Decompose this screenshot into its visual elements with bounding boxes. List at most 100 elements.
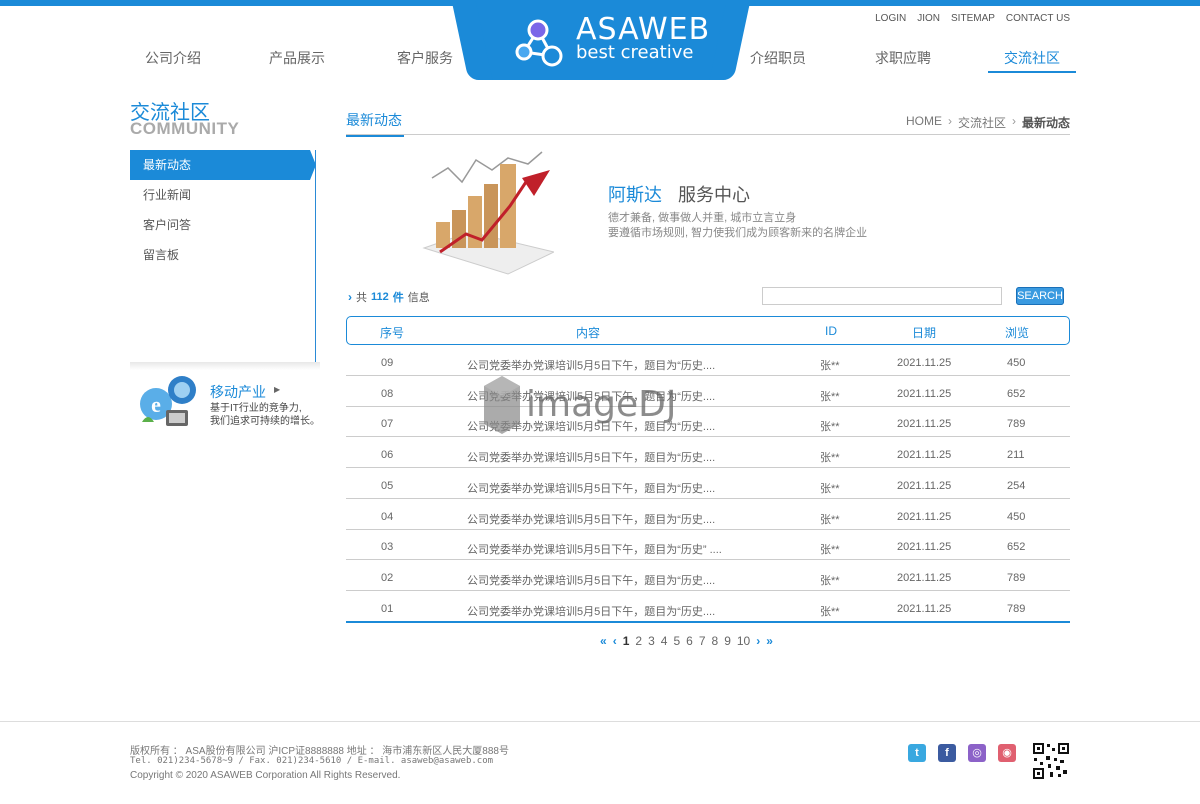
cell-date: 2021.11.25 (897, 479, 952, 492)
cell-date: 2021.11.25 (897, 602, 952, 615)
cell-date: 2021.11.25 (897, 387, 952, 400)
cell-date: 2021.11.25 (897, 418, 952, 431)
page-5[interactable]: 5 (673, 634, 680, 648)
sidebar-item-guestbook[interactable]: 留言板 (130, 240, 315, 270)
contact-link[interactable]: CONTACT US (1006, 13, 1070, 24)
sidebar-item-customer-qa[interactable]: 客户问答 (130, 210, 315, 240)
cell-date: 2021.11.25 (897, 449, 952, 462)
mobile-industry-icon[interactable]: e (136, 372, 202, 430)
top-links: LOGIN JION SITEMAP CONTACT US (875, 13, 1070, 24)
breadcrumb-home[interactable]: HOME (906, 114, 942, 131)
sidebar-menu: 最新动态 行业新闻 客户问答 留言板 (130, 150, 316, 363)
footer-divider (0, 721, 1200, 722)
table-row[interactable]: 03 公司党委举办党课培训5月5日下午，题目为“历史” .... 张** 2021.1… (346, 530, 1070, 561)
page-10[interactable]: 10 (737, 634, 750, 648)
watermark-cube-icon: imageDJ (484, 376, 676, 434)
page-7[interactable]: 7 (699, 634, 706, 648)
table-row[interactable]: 05 公司党委举办党课培训5月5日下午，题目为“历史.... 张** 2021.11.… (346, 469, 1070, 499)
footer-company-info: 版权所有 ： ASA股份有限公司 沪ICP证8888888 地址 ： 海市浦东新… (130, 746, 509, 757)
nav-item-products[interactable]: 产品展示 (269, 48, 325, 68)
breadcrumb-community[interactable]: 交流社区 (958, 114, 1006, 131)
cell-views: 652 (1007, 387, 1026, 400)
svg-text:e: e (151, 392, 161, 417)
prev-page-button[interactable]: ‹ (613, 634, 617, 648)
header-views: 浏览 (1005, 326, 1030, 340)
promo-line-1: 基于IT行业的竞争力, (210, 403, 302, 414)
cell-date: 2021.11.25 (897, 541, 952, 554)
cell-id: 张** (820, 421, 840, 434)
page-9[interactable]: 9 (724, 634, 731, 648)
sidebar-item-industry-news[interactable]: 行业新闻 (130, 180, 315, 210)
nav-item-community[interactable]: 交流社区 (988, 48, 1076, 73)
next-page-button[interactable]: › (756, 634, 760, 648)
nav-item-staff[interactable]: 介绍职员 (750, 48, 806, 68)
cell-content[interactable]: 公司党委举办党课培训5月5日下午，题目为“历史.... (467, 480, 715, 496)
page-2[interactable]: 2 (635, 634, 642, 648)
table-row[interactable]: 06 公司党委举办党课培训5月5日下午，题目为“历史.... 张** 2021.11.… (346, 438, 1070, 469)
header-date: 日期 (912, 326, 937, 340)
cell-id: 张** (820, 482, 840, 495)
weibo-icon[interactable]: ◉ (998, 744, 1016, 762)
promo-line-2: 我们追求可持续的增长。 (210, 416, 320, 427)
promo-description: 基于IT行业的竞争力, 我们追求可持续的增长。 (210, 402, 330, 428)
facebook-icon[interactable]: f (938, 744, 956, 762)
twitter-icon[interactable]: t (908, 744, 926, 762)
count-unit: 件 (392, 292, 404, 304)
result-count: › 共 112 件 信息 (348, 289, 430, 305)
cell-no: 07 (381, 418, 394, 431)
cell-content[interactable]: 公司党委举办党课培训5月5日下午，题目为“历史.... (467, 511, 715, 527)
cell-date: 2021.11.25 (897, 510, 952, 523)
count-prefix: 共 (356, 292, 367, 304)
cell-date: 2021.11.25 (897, 357, 952, 369)
table-row[interactable]: 04 公司党委举办党课培训5月5日下午，题目为“历史.... 张** 2021.11.… (346, 500, 1070, 530)
header-id: ID (825, 324, 837, 338)
cell-content[interactable]: 公司党委举办党课培训5月5日下午，题目为“历史.... (467, 603, 715, 619)
section-divider (346, 134, 1070, 135)
cell-no: 03 (381, 541, 394, 554)
join-link[interactable]: JION (917, 13, 940, 24)
chevron-right-icon: › (1011, 114, 1016, 128)
cell-content[interactable]: 公司党委举办党课培训5月5日下午，题目为“历史” .... (467, 541, 722, 557)
service-name-blue: 阿斯达 (608, 185, 662, 205)
cell-views: 789 (1007, 571, 1026, 584)
promo-arrow-icon[interactable]: ▶ (274, 385, 280, 394)
qr-code-icon[interactable] (1032, 742, 1070, 780)
login-link[interactable]: LOGIN (875, 13, 906, 24)
table-row[interactable]: 01 公司党委举办党课培训5月5日下午，题目为“历史.... 张** 2021.11.… (346, 592, 1070, 622)
nav-item-company[interactable]: 公司介绍 (145, 48, 201, 68)
logo-tab[interactable]: ASAWEB best creative (472, 0, 730, 80)
watermark: imageDJ (478, 368, 718, 438)
page-4[interactable]: 4 (661, 634, 668, 648)
sitemap-link[interactable]: SITEMAP (951, 13, 995, 24)
section-title: 最新动态 (346, 110, 404, 137)
instagram-icon[interactable]: ◎ (968, 744, 986, 762)
nav-item-jobs[interactable]: 求职应聘 (875, 48, 931, 68)
watermark-text: imageDJ (526, 384, 676, 425)
last-page-button[interactable]: » (766, 634, 773, 648)
cell-no: 09 (381, 357, 394, 369)
cell-views: 789 (1007, 418, 1026, 431)
sidebar-item-latest[interactable]: 最新动态 (130, 150, 316, 180)
cell-no: 06 (381, 449, 394, 462)
page-1[interactable]: 1 (623, 634, 630, 648)
cell-views: 789 (1007, 602, 1026, 615)
cell-id: 张** (820, 390, 840, 403)
first-page-button[interactable]: « (600, 634, 607, 648)
sidebar-subtitle: COMMUNITY (130, 119, 240, 138)
promo-title[interactable]: 移动产业 (210, 382, 266, 402)
cell-content[interactable]: 公司党委举办党课培训5月5日下午，题目为“历史.... (467, 449, 715, 465)
footer-copyright: Copyright © 2020 ASAWEB Corporation All … (130, 770, 401, 781)
cell-views: 450 (1007, 510, 1026, 523)
page-6[interactable]: 6 (686, 634, 693, 648)
search-button[interactable]: SEARCH (1016, 287, 1064, 305)
cell-content[interactable]: 公司党委举办党课培训5月5日下午，题目为“历史.... (467, 572, 715, 588)
search-input[interactable] (762, 287, 1002, 305)
page-8[interactable]: 8 (712, 634, 719, 648)
breadcrumb: HOME › 交流社区 › 最新动态 (906, 114, 1070, 131)
logo-subtitle: best creative (576, 42, 694, 63)
cell-no: 05 (381, 479, 394, 492)
service-slogan-1: 德才兼备, 做事做人并重, 城市立言立身 (608, 212, 797, 224)
table-row[interactable]: 02 公司党委举办党课培训5月5日下午，题目为“历史.... 张** 2021.11.… (346, 561, 1070, 591)
page-3[interactable]: 3 (648, 634, 655, 648)
nav-item-service[interactable]: 客户服务 (397, 48, 453, 68)
